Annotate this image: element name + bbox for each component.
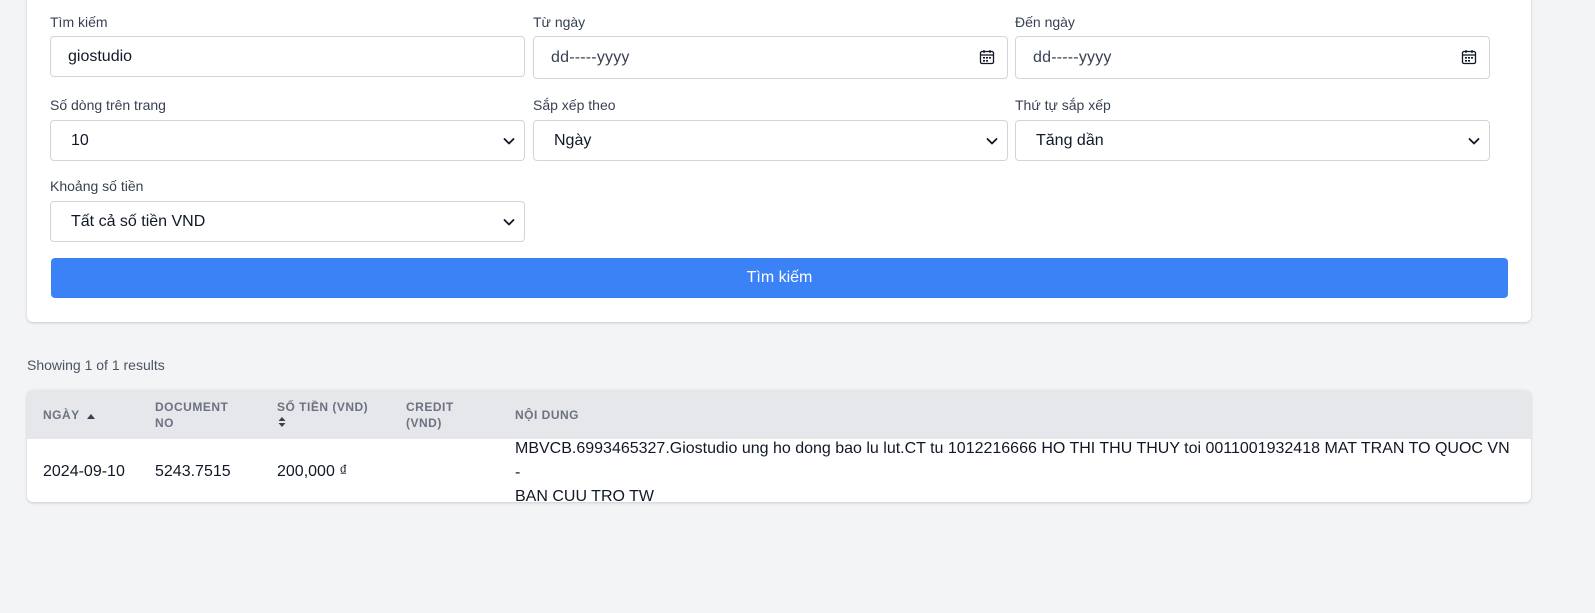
column-header-date[interactable]: Ngày [43,407,96,423]
sort-by-value: Ngày [554,131,592,149]
filter-card: Tìm kiếm giostudio Từ ngày dd-----yyyy Đ… [27,0,1531,322]
cell-content: MBVCB.6993465327.Giostudio ung ho dong b… [515,437,1515,502]
search-input-value: giostudio [68,47,133,65]
column-header-content[interactable]: Nội dung [515,407,579,423]
sort-order-label: Thứ tự sắp xếp [1015,97,1111,113]
search-button[interactable]: Tìm kiếm [51,258,1508,298]
sort-by-label: Sắp xếp theo [533,97,616,113]
from-date-label: Từ ngày [533,14,586,30]
cell-amount: 200,000 ₫ [277,463,348,480]
chevron-down-icon [503,138,515,145]
to-date-label: Đến ngày [1015,14,1075,30]
column-header-document-line1: Document [155,400,229,414]
column-header-document-no[interactable]: Document No [155,399,228,431]
search-label: Tìm kiếm [50,14,108,30]
cell-content-line1: MBVCB.6993465327.Giostudio ung ho dong b… [515,440,1510,481]
column-header-amount[interactable]: Số tiền (VND) [277,399,368,429]
table-header: Ngày Document No Số tiền (VND) Credit (V… [27,390,1531,439]
column-header-credit[interactable]: Credit (VND) [406,399,454,431]
sort-order-select[interactable]: Tăng dần [1015,120,1490,161]
rows-per-page-label: Số dòng trên trang [50,97,166,113]
sort-order-value: Tăng dần [1036,131,1104,149]
column-header-document-line2: No [155,416,174,430]
column-header-amount-label: Số tiền (VND) [277,400,369,414]
calendar-icon[interactable] [979,49,995,65]
column-header-credit-line2: (VND) [406,416,442,430]
cell-document-no: 5243.7515 [155,463,231,480]
to-date-placeholder: dd-----yyyy [1033,48,1112,66]
rows-per-page-value: 10 [71,131,89,149]
amount-range-value: Tất cả số tiền VND [71,212,206,230]
from-date-input[interactable]: dd-----yyyy [533,36,1008,79]
chevron-down-icon [1468,138,1480,145]
cell-content-line2: BAN CUU TRO TW [515,488,654,502]
chevron-down-icon [503,219,515,226]
column-header-date-label: Ngày [43,408,80,422]
sort-icon [278,417,286,427]
amount-range-select[interactable]: Tất cả số tiền VND [50,201,525,242]
chevron-down-icon [986,138,998,145]
results-summary: Showing 1 of 1 results [27,357,165,373]
results-table: Ngày Document No Số tiền (VND) Credit (V… [27,390,1531,502]
cell-date: 2024-09-10 [43,463,125,480]
from-date-placeholder: dd-----yyyy [551,48,630,66]
sort-ascending-icon [86,413,95,419]
to-date-input[interactable]: dd-----yyyy [1015,36,1490,79]
rows-per-page-select[interactable]: 10 [50,120,525,161]
sort-by-select[interactable]: Ngày [533,120,1008,161]
calendar-icon[interactable] [1461,49,1477,65]
amount-range-label: Khoảng số tiền [50,178,144,194]
column-header-credit-line1: Credit [406,400,454,414]
search-input[interactable]: giostudio [50,36,525,77]
